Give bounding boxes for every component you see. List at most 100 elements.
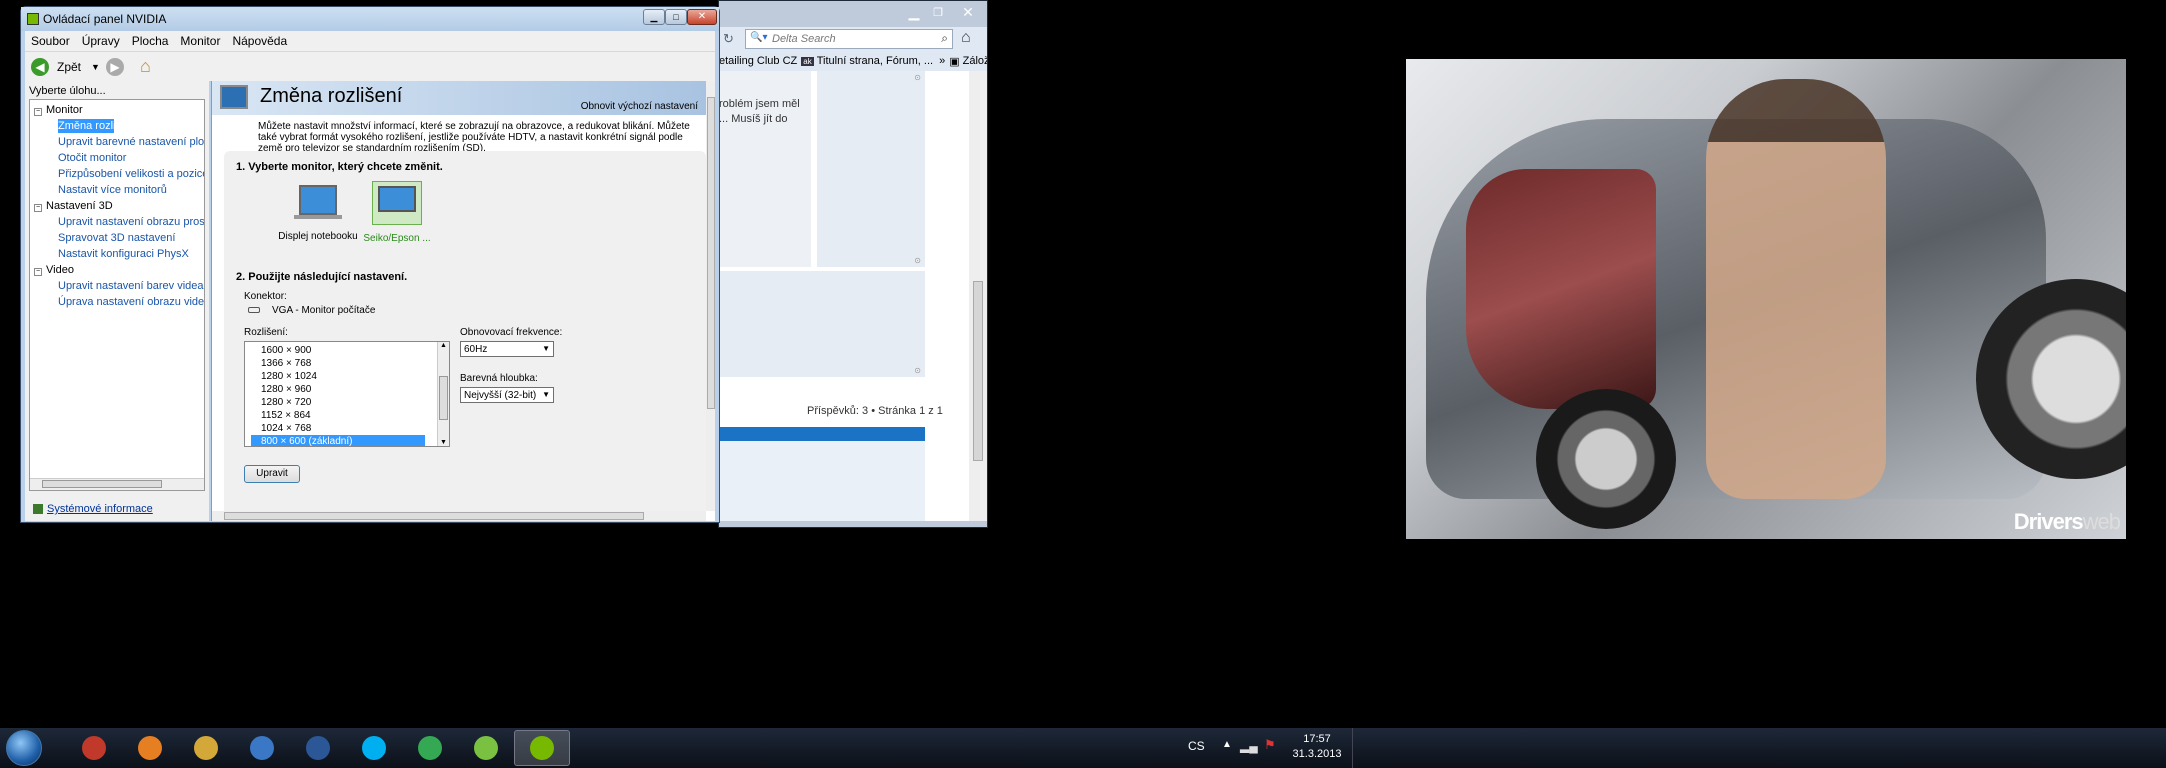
tree-group[interactable]: − Video [34,262,204,278]
tree-item[interactable]: Úprava nastavení obrazu videa [34,294,204,310]
language-indicator[interactable]: CS [1188,739,1205,753]
tree-item[interactable]: Upravit nastavení barev videa [34,278,204,294]
taskbar-button[interactable] [514,730,570,766]
resolution-option[interactable]: 1024 × 768 [251,422,425,435]
scrollbar-thumb[interactable] [973,281,983,461]
scroll-up-icon[interactable]: ⊙ [914,73,921,82]
scrollbar-thumb[interactable] [224,512,644,520]
tree-item-selected[interactable]: Změna rozlišení [34,118,204,134]
depth-select[interactable]: Nejvyšší (32-bit) ▼ [460,387,554,403]
menu-file[interactable]: Soubor [25,34,76,48]
scroll-down-icon[interactable]: ▼ [440,439,447,446]
bookmark-item[interactable]: etailing Club CZ [719,55,797,67]
browser-scrollbar[interactable] [969,71,987,521]
resolution-option[interactable]: 1280 × 1024 [251,370,425,383]
resolution-scrollbar[interactable]: ▲ ▼ [437,342,449,446]
home-icon[interactable]: ⌂ [961,29,971,47]
tree-item[interactable]: Přizpůsobení velikosti a pozice plochy [34,166,204,182]
close-button[interactable]: ✕ [687,9,717,25]
taskbar-button[interactable] [66,730,122,766]
collapse-icon[interactable]: − [34,268,42,276]
tree-item[interactable]: Nastavit více monitorů [34,182,204,198]
bookmarks-menu[interactable]: Záložky [963,55,987,67]
monitor-label: Seiko/Epson ... [363,233,431,244]
menu-bar: Soubor Úpravy Plocha Monitor Nápověda [25,31,715,51]
search-box[interactable]: 🔍▾ Delta Search ⌕ [745,29,953,49]
display-icon [220,85,248,109]
hscroll-thumb[interactable] [42,480,162,488]
menu-monitor[interactable]: Monitor [174,34,226,48]
chevron-down-icon[interactable]: ▼ [91,62,100,72]
scroll-up-icon[interactable]: ▲ [438,342,449,349]
scrollbar-thumb[interactable] [439,376,448,420]
bookmark-item[interactable]: Titulní strana, Fórum, ... [817,55,933,67]
scrollbar-thumb[interactable] [707,97,715,409]
taskbar-button[interactable] [458,730,514,766]
back-button[interactable]: Zpět [57,60,81,74]
bookmarks-more-icon[interactable]: » [939,55,945,67]
resolution-option-selected[interactable]: 800 × 600 (základní) [251,435,425,446]
back-icon[interactable]: ◀ [31,57,49,76]
taskbar-button[interactable] [290,730,346,766]
nvidia-window: Ovládací panel NVIDIA ▁ □ ✕ Soubor Úprav… [20,6,720,523]
taskbar-button[interactable] [178,730,234,766]
apply-button[interactable]: Upravit [244,465,300,483]
scroll-up-icon[interactable]: ⊙ [914,366,921,375]
taskbar-button[interactable] [346,730,402,766]
post-box: ⊙ [719,271,925,377]
refresh-icon[interactable]: ↻ [723,31,734,47]
clock[interactable]: 17:57 31.3.2013 [1292,732,1342,762]
content-hscroll[interactable] [212,511,706,521]
refresh-select[interactable]: 60Hz ▼ [460,341,554,357]
resolution-option[interactable]: 1280 × 720 [251,396,425,409]
title-bar[interactable]: Ovládací panel NVIDIA ▁ □ ✕ [21,7,719,31]
tree-item[interactable]: Spravovat 3D nastavení [34,230,204,246]
wallpaper-logo: Driversweb [2013,509,2121,534]
network-icon[interactable]: ▂▄ [1240,739,1258,753]
tree-hscroll[interactable] [30,478,204,490]
tree-item[interactable]: Upravit nastavení obrazu prostřednictvím… [34,214,204,230]
scroll-up-icon[interactable]: ⊙ [914,256,921,265]
resolution-option[interactable]: 1152 × 864 [251,409,425,422]
tray-expand-icon[interactable]: ▲ [1222,739,1232,750]
tree-group-label: Monitor [46,104,83,116]
maximize-icon[interactable]: ❐ [927,1,949,23]
menu-edit[interactable]: Úpravy [76,34,126,48]
menu-desktop[interactable]: Plocha [126,34,175,48]
restore-defaults-link[interactable]: Obnovit výchozí nastavení [581,101,698,112]
close-icon[interactable]: ✕ [949,1,987,23]
menu-help[interactable]: Nápověda [226,34,293,48]
home-icon[interactable]: ⌂ [140,56,151,77]
tree-group[interactable]: − Monitor [34,102,204,118]
taskbar-button[interactable] [402,730,458,766]
chevron-down-icon: ▼ [542,344,550,353]
resolution-option[interactable]: 1366 × 768 [251,357,425,370]
resolution-option[interactable]: 1280 × 960 [251,383,425,396]
monitor-notebook[interactable]: Displej notebooku [268,181,368,242]
content-vscroll[interactable] [706,81,715,511]
maximize-button[interactable]: □ [665,9,687,25]
show-desktop-button[interactable] [1352,728,1362,768]
forward-icon[interactable]: ▶ [105,57,124,76]
info-icon [33,504,43,514]
bookmark-icon: ak [801,56,814,66]
resolution-list[interactable]: 1600 × 900 1366 × 768 1280 × 1024 1280 × 96… [244,341,450,447]
monitor-external[interactable]: Seiko/Epson ... [362,181,432,244]
taskbar-button[interactable] [234,730,290,766]
minimize-icon[interactable]: ▁ [901,1,927,23]
search-input[interactable]: Delta Search [772,33,836,45]
start-button[interactable] [6,730,42,766]
tree-group[interactable]: − Nastavení 3D [34,198,204,214]
collapse-icon[interactable]: − [34,204,42,212]
sysinfo-link[interactable]: Systémové informace [33,503,153,515]
flag-icon[interactable]: ⚑ [1264,737,1276,753]
tree-item[interactable]: Nastavit konfiguraci PhysX [34,246,204,262]
search-icon[interactable]: ⌕ [941,31,948,46]
tree-item[interactable]: Otočit monitor [34,150,204,166]
content-pane: Změna rozlišení Obnovit výchozí nastaven… [211,81,715,521]
collapse-icon[interactable]: − [34,108,42,116]
resolution-option[interactable]: 1600 × 900 [251,344,425,357]
taskbar-button[interactable] [122,730,178,766]
minimize-button[interactable]: ▁ [643,9,665,25]
tree-item[interactable]: Upravit barevné nastavení plochy [34,134,204,150]
